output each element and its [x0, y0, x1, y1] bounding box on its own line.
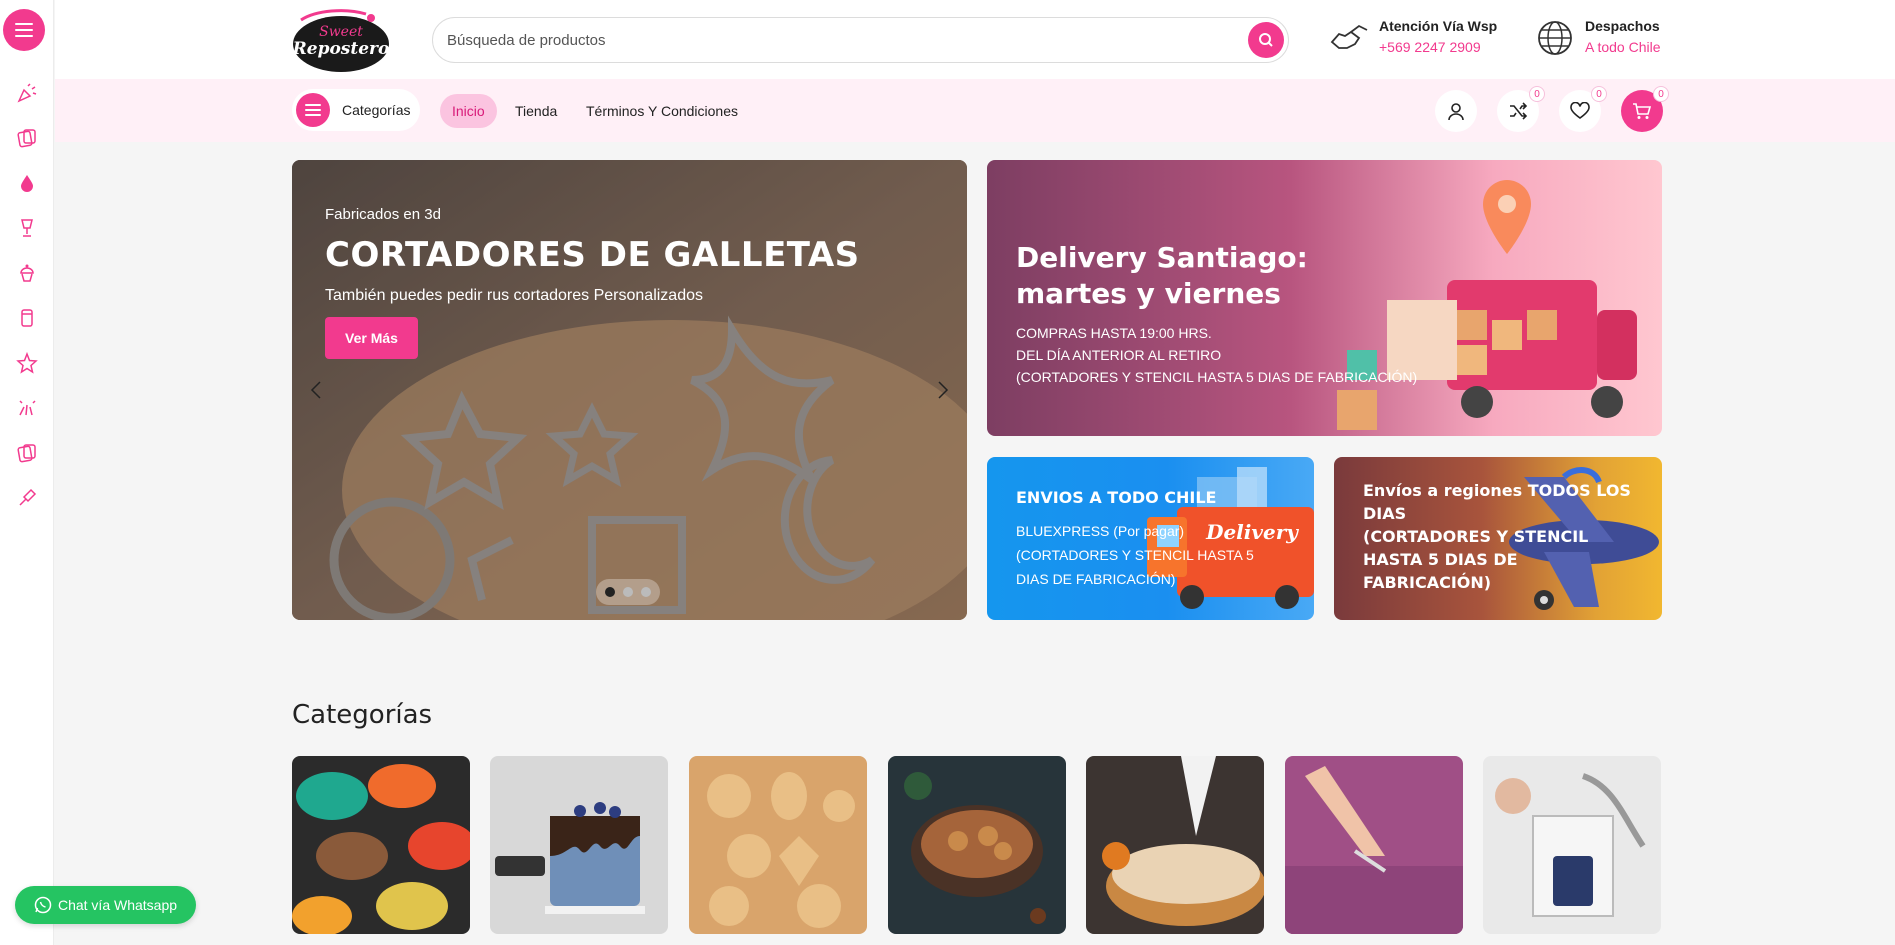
shuffle-icon: [1510, 102, 1528, 120]
slider-dot-1[interactable]: [605, 587, 615, 597]
regiones-line-2: DIAS: [1363, 504, 1407, 523]
whatsapp-icon: [34, 896, 52, 914]
regiones-line-4: HASTA 5 DIAS DE: [1363, 550, 1518, 569]
rail-item-colors[interactable]: [0, 160, 54, 205]
contact-wsp-title: Atención Vía Wsp: [1379, 18, 1498, 34]
drop-icon: [21, 174, 33, 192]
envios-line-2: (CORTADORES Y STENCIL HASTA 5: [1016, 547, 1254, 563]
wishlist-count: 0: [1591, 86, 1607, 102]
delivery-title-1: Delivery Santiago:: [1016, 241, 1308, 274]
nav-link-inicio[interactable]: Inicio: [440, 94, 497, 128]
box-icon: [21, 308, 33, 327]
contact-ship-sub: A todo Chile: [1585, 39, 1661, 55]
piping-bag-icon: [19, 488, 37, 506]
site-logo[interactable]: Sweet Repostero: [291, 6, 393, 76]
delivery-title-2: martes y viernes: [1016, 277, 1281, 310]
chevron-right-icon: [938, 381, 949, 399]
nav-link-terminos[interactable]: Términos Y Condiciones: [574, 94, 750, 128]
account-button[interactable]: [1435, 90, 1477, 132]
hero-title: CORTADORES DE GALLETAS: [325, 235, 860, 275]
cart-button[interactable]: 0: [1621, 86, 1669, 132]
hero-kicker: Fabricados en 3d: [325, 206, 441, 223]
slider-dots: [596, 579, 660, 605]
envios-line-3: DIAS DE FABRICACIÓN): [1016, 571, 1176, 587]
rail-item-stencil[interactable]: [0, 430, 54, 475]
regiones-line-1: Envíos a regiones TODOS LOS: [1363, 481, 1631, 500]
rail-item-stars[interactable]: [0, 340, 54, 385]
slider-next-button[interactable]: [933, 377, 953, 403]
search-bar: [432, 17, 1289, 63]
cart-count: 0: [1653, 86, 1669, 102]
compare-button[interactable]: 0: [1497, 86, 1545, 132]
svg-text:Sweet: Sweet: [319, 24, 363, 40]
contact-shipping[interactable]: Despachos A todo Chile: [1533, 16, 1661, 60]
heart-icon: [1570, 102, 1590, 119]
slider-dot-2[interactable]: [623, 587, 633, 597]
categories-button[interactable]: Categorías: [292, 89, 420, 131]
left-icon-rail: [0, 0, 54, 945]
contact-whatsapp[interactable]: Atención Vía Wsp +569 2247 2909: [1327, 16, 1497, 60]
category-tile-cutters[interactable]: [689, 756, 867, 934]
category-tile-gingerbread[interactable]: [888, 756, 1066, 934]
cutter-box-icon: [17, 443, 36, 462]
rail-item-cupcakes[interactable]: [0, 250, 54, 295]
rail-item-party[interactable]: [0, 70, 54, 115]
rail-item-tools[interactable]: [0, 475, 54, 520]
hero-subtitle: También puedes pedir rus cortadores Pers…: [325, 287, 703, 304]
banner-delivery[interactable]: Delivery Santiago: martes y viernes COMP…: [987, 160, 1662, 436]
user-icon: [1448, 103, 1464, 121]
rail-item-decor[interactable]: [0, 385, 54, 430]
categories-grid: [292, 756, 1662, 936]
slider-prev-button[interactable]: [306, 377, 326, 403]
category-tile-macarons[interactable]: [292, 756, 470, 934]
category-tile-fondant[interactable]: [1285, 756, 1463, 934]
slider-dot-3[interactable]: [641, 587, 651, 597]
regiones-line-5: FABRICACIÓN): [1363, 573, 1492, 592]
main-nav: Categorías Inicio Tienda Términos Y Cond…: [55, 79, 1895, 142]
wishlist-button[interactable]: 0: [1559, 86, 1607, 132]
whatsapp-chat-button[interactable]: Chat vía Whatsapp: [15, 886, 196, 924]
envios-title: ENVIOS A TODO CHILE: [1016, 488, 1217, 507]
delivery-line-3: (CORTADORES Y STENCIL HASTA 5 DIAS DE FA…: [1016, 369, 1418, 385]
categories-heading: Categorías: [292, 700, 433, 730]
svg-text:Repostero: Repostero: [292, 39, 390, 59]
rail-item-toppers[interactable]: [0, 205, 54, 250]
globe-icon: [1538, 21, 1572, 55]
trophy-cup-icon: [21, 218, 33, 237]
contact-ship-title: Despachos: [1585, 18, 1660, 34]
delivery-line-1: COMPRAS HASTA 19:00 HRS.: [1016, 325, 1212, 341]
search-input[interactable]: [447, 18, 1237, 62]
whatsapp-label: Chat vía Whatsapp: [57, 897, 178, 913]
hero-slider: Fabricados en 3d CORTADORES DE GALLETAS …: [292, 160, 967, 620]
sparkle-icon: [19, 399, 36, 415]
contact-wsp-phone[interactable]: +569 2247 2909: [1379, 36, 1497, 58]
rail-item-boxes[interactable]: [0, 295, 54, 340]
party-popper-icon: [17, 82, 37, 103]
cookie-cutter-icon: [17, 128, 36, 147]
rail-item-cutters[interactable]: [0, 115, 54, 160]
hamburger-icon: [305, 104, 321, 116]
search-button[interactable]: [1248, 22, 1284, 58]
cart-icon: [1633, 103, 1652, 119]
hamburger-icon: [15, 23, 33, 37]
search-icon: [1259, 33, 1273, 47]
chevron-left-icon: [310, 381, 321, 399]
menu-button[interactable]: [3, 9, 45, 51]
category-tile-pies[interactable]: [1086, 756, 1264, 934]
handshake-icon: [1330, 24, 1368, 49]
hero-cta-button[interactable]: Ver Más: [325, 317, 418, 359]
compare-count: 0: [1529, 86, 1545, 102]
categories-label: Categorías: [342, 102, 411, 118]
delivery-line-2: DEL DÍA ANTERIOR AL RETIRO: [1016, 347, 1222, 363]
banner-envios[interactable]: Delivery ENVIOS A TODO CHILE BLUEXPRESS …: [987, 457, 1314, 620]
cupcake-icon: [20, 264, 34, 282]
nav-link-tienda[interactable]: Tienda: [503, 94, 569, 128]
banner-regiones[interactable]: Envíos a regiones TODOS LOS DIAS (CORTAD…: [1334, 457, 1662, 620]
star-icon: [16, 351, 38, 374]
category-tile-packaging[interactable]: [1483, 756, 1661, 934]
category-tile-cakes[interactable]: [490, 756, 668, 934]
regiones-line-3: (CORTADORES Y STENCIL: [1363, 527, 1589, 546]
envios-line-1: BLUEXPRESS (Por pagar): [1016, 523, 1185, 539]
